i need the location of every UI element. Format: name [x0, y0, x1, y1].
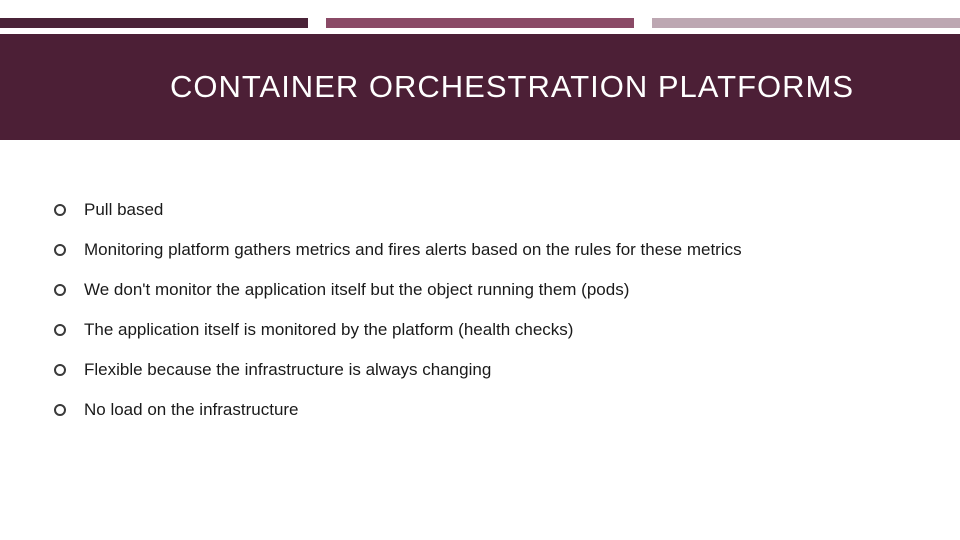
- list-item: The application itself is monitored by t…: [54, 320, 920, 340]
- circle-bullet-icon: [54, 404, 66, 416]
- circle-bullet-icon: [54, 364, 66, 376]
- bullet-text: Pull based: [84, 200, 163, 220]
- bullet-text: No load on the infrastructure: [84, 400, 299, 420]
- list-item: No load on the infrastructure: [54, 400, 920, 420]
- title-bar: CONTAINER ORCHESTRATION PLATFORMS: [0, 34, 960, 140]
- bullet-text: We don't monitor the application itself …: [84, 280, 629, 300]
- circle-bullet-icon: [54, 204, 66, 216]
- accent-segment-mid: [326, 18, 634, 28]
- bullet-list: Pull based Monitoring platform gathers m…: [54, 200, 920, 420]
- list-item: Monitoring platform gathers metrics and …: [54, 240, 920, 260]
- accent-bar: [0, 18, 960, 28]
- circle-bullet-icon: [54, 324, 66, 336]
- accent-segment-dark: [0, 18, 308, 28]
- list-item: Flexible because the infrastructure is a…: [54, 360, 920, 380]
- bullet-text: Flexible because the infrastructure is a…: [84, 360, 491, 380]
- bullet-text: The application itself is monitored by t…: [84, 320, 573, 340]
- bullet-text: Monitoring platform gathers metrics and …: [84, 240, 742, 260]
- list-item: Pull based: [54, 200, 920, 220]
- slide-title: CONTAINER ORCHESTRATION PLATFORMS: [170, 69, 854, 105]
- slide: CONTAINER ORCHESTRATION PLATFORMS Pull b…: [0, 0, 960, 540]
- circle-bullet-icon: [54, 284, 66, 296]
- list-item: We don't monitor the application itself …: [54, 280, 920, 300]
- circle-bullet-icon: [54, 244, 66, 256]
- accent-segment-light: [652, 18, 960, 28]
- slide-body: Pull based Monitoring platform gathers m…: [54, 200, 920, 440]
